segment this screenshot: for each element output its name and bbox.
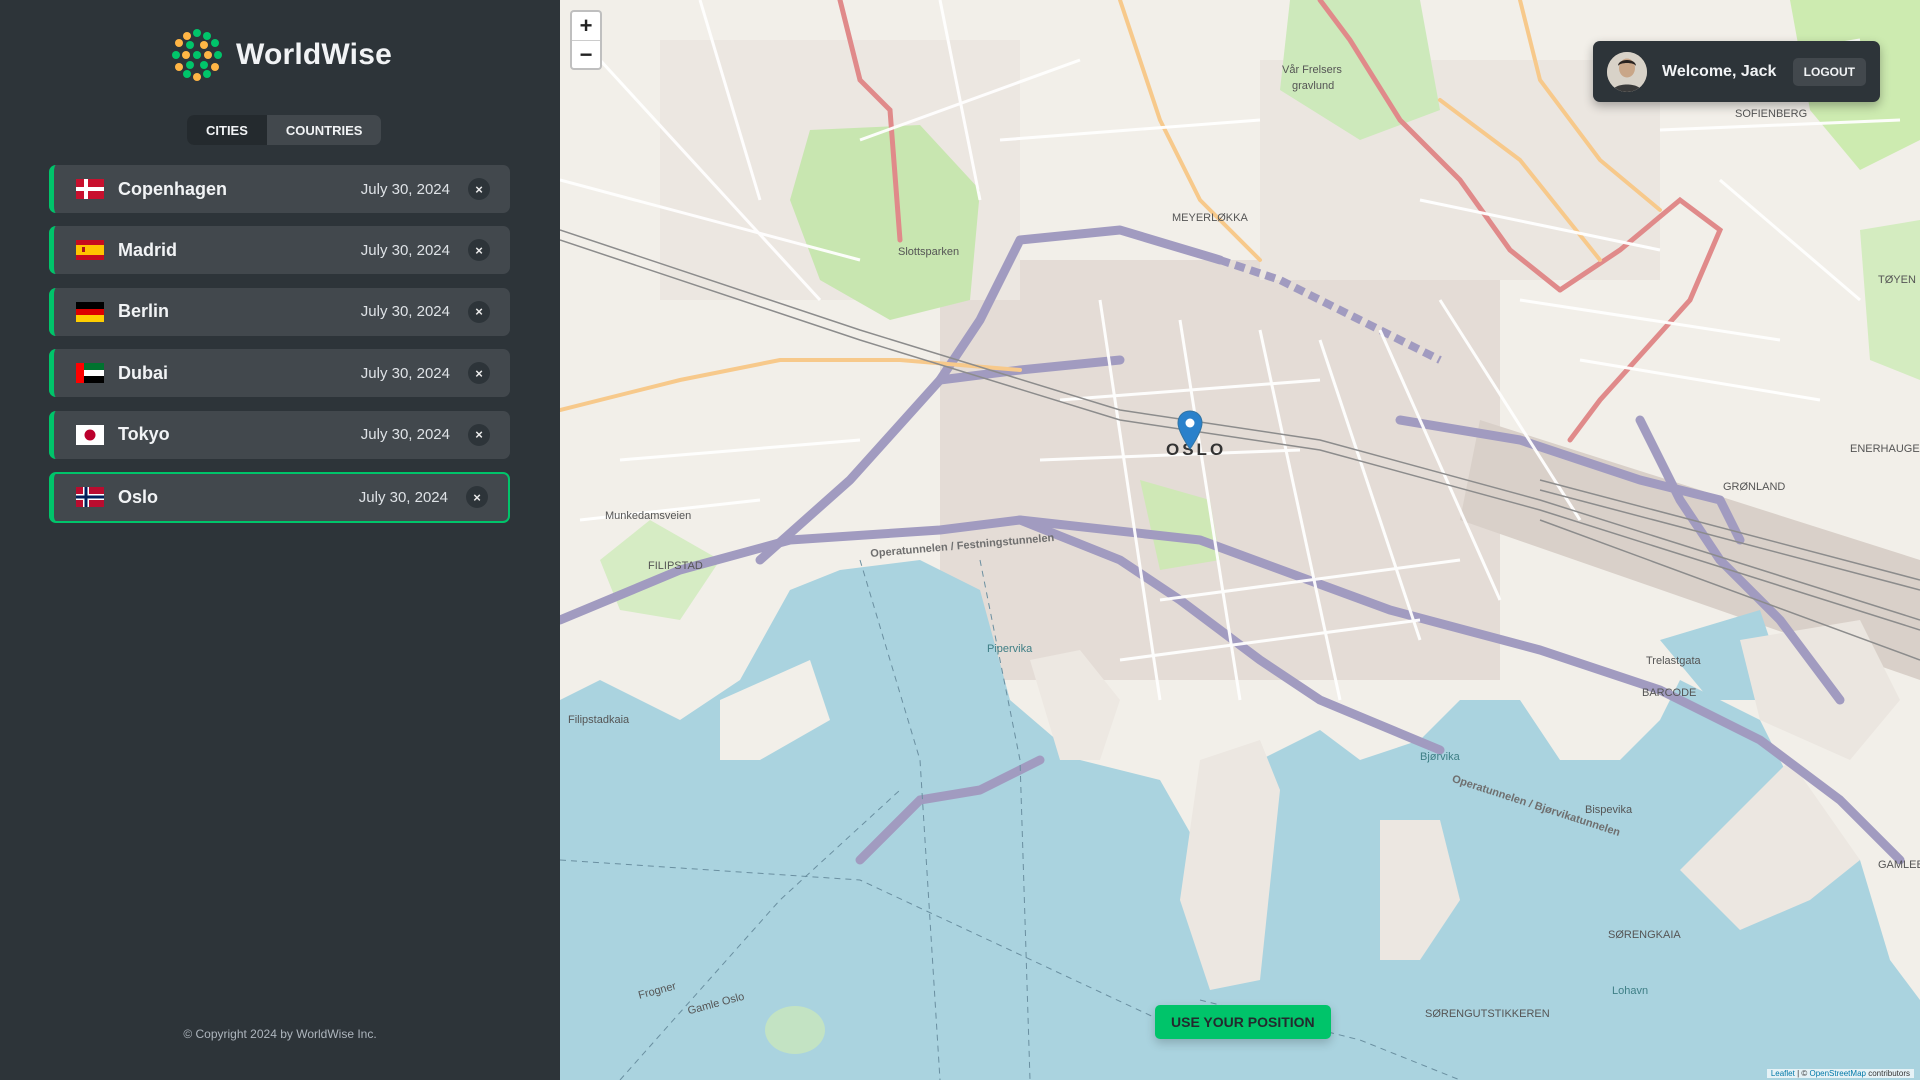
app-name: WorldWise <box>236 38 392 71</box>
city-name: Dubai <box>118 362 169 383</box>
map-label-area: Bispevika <box>1585 804 1633 816</box>
city-name: Oslo <box>118 486 159 507</box>
delete-city-button[interactable]: × <box>466 486 488 509</box>
city-item-dubai[interactable]: Dubai July 30, 2024 × <box>49 349 510 398</box>
copyright: © Copyright 2024 by WorldWise Inc. <box>183 1027 377 1041</box>
map-label-district: GAMLEB <box>1878 859 1920 871</box>
map[interactable]: Slottsparken MEYERLØKKA Vår Frelsers gra… <box>560 0 1920 1080</box>
map-label-park: Slottsparken <box>898 246 960 258</box>
leaflet-link[interactable]: Leaflet <box>1771 1069 1795 1078</box>
japan-flag-icon <box>76 424 104 445</box>
logo-globe-icon <box>171 29 223 81</box>
city-item-copenhagen[interactable]: Copenhagen July 30, 2024 × <box>49 165 510 213</box>
zoom-control: + − <box>570 10 602 70</box>
attribution-suffix: contributors <box>1865 1069 1910 1078</box>
city-name: Tokyo <box>118 424 170 445</box>
delete-city-button[interactable]: × <box>468 300 490 323</box>
delete-city-button[interactable]: × <box>468 239 490 262</box>
map-label-district: MEYERLØKKA <box>1172 212 1248 224</box>
map-label-cemetery: Vår Frelsers <box>1282 64 1342 76</box>
map-attribution: Leaflet | © OpenStreetMap contributors <box>1766 1069 1914 1078</box>
logo[interactable]: WorldWise <box>170 28 392 82</box>
map-label-district: SØRENGUTSTIKKEREN <box>1425 1008 1550 1020</box>
city-date: July 30, 2024 <box>360 180 450 198</box>
osm-link[interactable]: OpenStreetMap <box>1809 1069 1865 1078</box>
map-label-district: SØRENGKAIA <box>1608 929 1681 941</box>
city-date: July 30, 2024 <box>360 364 450 382</box>
user-panel: Welcome, Jack Logout <box>1593 41 1880 102</box>
logout-button[interactable]: Logout <box>1792 57 1866 86</box>
map-tiles <box>560 0 1920 1080</box>
map-label-district: GRØNLAND <box>1723 481 1786 493</box>
city-date: July 30, 2024 <box>360 303 450 321</box>
city-date: July 30, 2024 <box>360 241 450 259</box>
germany-flag-icon <box>76 301 104 322</box>
uae-flag-icon <box>76 363 104 384</box>
map-label-district: BARCODE <box>1642 687 1697 699</box>
spain-flag-icon <box>76 240 104 261</box>
delete-city-button[interactable]: × <box>468 423 490 446</box>
tab-countries[interactable]: Countries <box>267 115 382 145</box>
user-avatar-icon <box>1607 51 1647 92</box>
city-name: Madrid <box>118 239 178 260</box>
map-label-district: TØYEN <box>1878 274 1916 286</box>
zoom-out-button[interactable]: − <box>572 40 600 68</box>
city-item-oslo[interactable]: Oslo July 30, 2024 × <box>49 471 510 523</box>
delete-city-button[interactable]: × <box>468 362 490 385</box>
map-label-bay: Bjørvika <box>1420 751 1460 763</box>
map-label-district: FILIPSTAD <box>648 560 703 572</box>
map-marker-icon[interactable] <box>1177 410 1203 450</box>
map-label-quay: Filipstadkaia <box>568 714 630 726</box>
sidebar: WorldWise Cities Countries Copenhagen Ju… <box>0 0 560 1080</box>
denmark-flag-icon <box>76 179 104 199</box>
map-label-district: SOFIENBERG <box>1735 108 1808 120</box>
city-item-tokyo[interactable]: Tokyo July 30, 2024 × <box>49 410 510 459</box>
map-label-street: Munkedamsveien <box>605 510 692 522</box>
city-name: Berlin <box>118 301 170 322</box>
tab-cities[interactable]: Cities <box>187 115 267 145</box>
map-label-cemetery-2: gravlund <box>1292 80 1335 92</box>
welcome-text: Welcome, Jack <box>1662 62 1777 80</box>
app-nav: Cities Countries <box>187 115 382 145</box>
zoom-in-button[interactable]: + <box>572 12 600 40</box>
avatar <box>1607 51 1647 92</box>
city-item-madrid[interactable]: Madrid July 30, 2024 × <box>49 226 510 275</box>
city-list: Copenhagen July 30, 2024 × Madrid July 3… <box>49 165 510 536</box>
city-date: July 30, 2024 <box>358 488 448 506</box>
city-date: July 30, 2024 <box>360 426 450 444</box>
use-position-button[interactable]: Use your position <box>1155 1005 1331 1039</box>
map-label-district: ENERHAUGEN <box>1850 443 1920 455</box>
city-item-berlin[interactable]: Berlin July 30, 2024 × <box>49 287 510 336</box>
map-label-street: Trelastgata <box>1646 655 1701 667</box>
map-label-bay: Pipervika <box>987 643 1033 655</box>
attribution-separator: | © <box>1794 1069 1810 1078</box>
city-name: Copenhagen <box>118 178 228 199</box>
map-label-water: Lohavn <box>1612 985 1649 997</box>
delete-city-button[interactable]: × <box>468 178 490 200</box>
norway-flag-icon <box>76 487 104 508</box>
